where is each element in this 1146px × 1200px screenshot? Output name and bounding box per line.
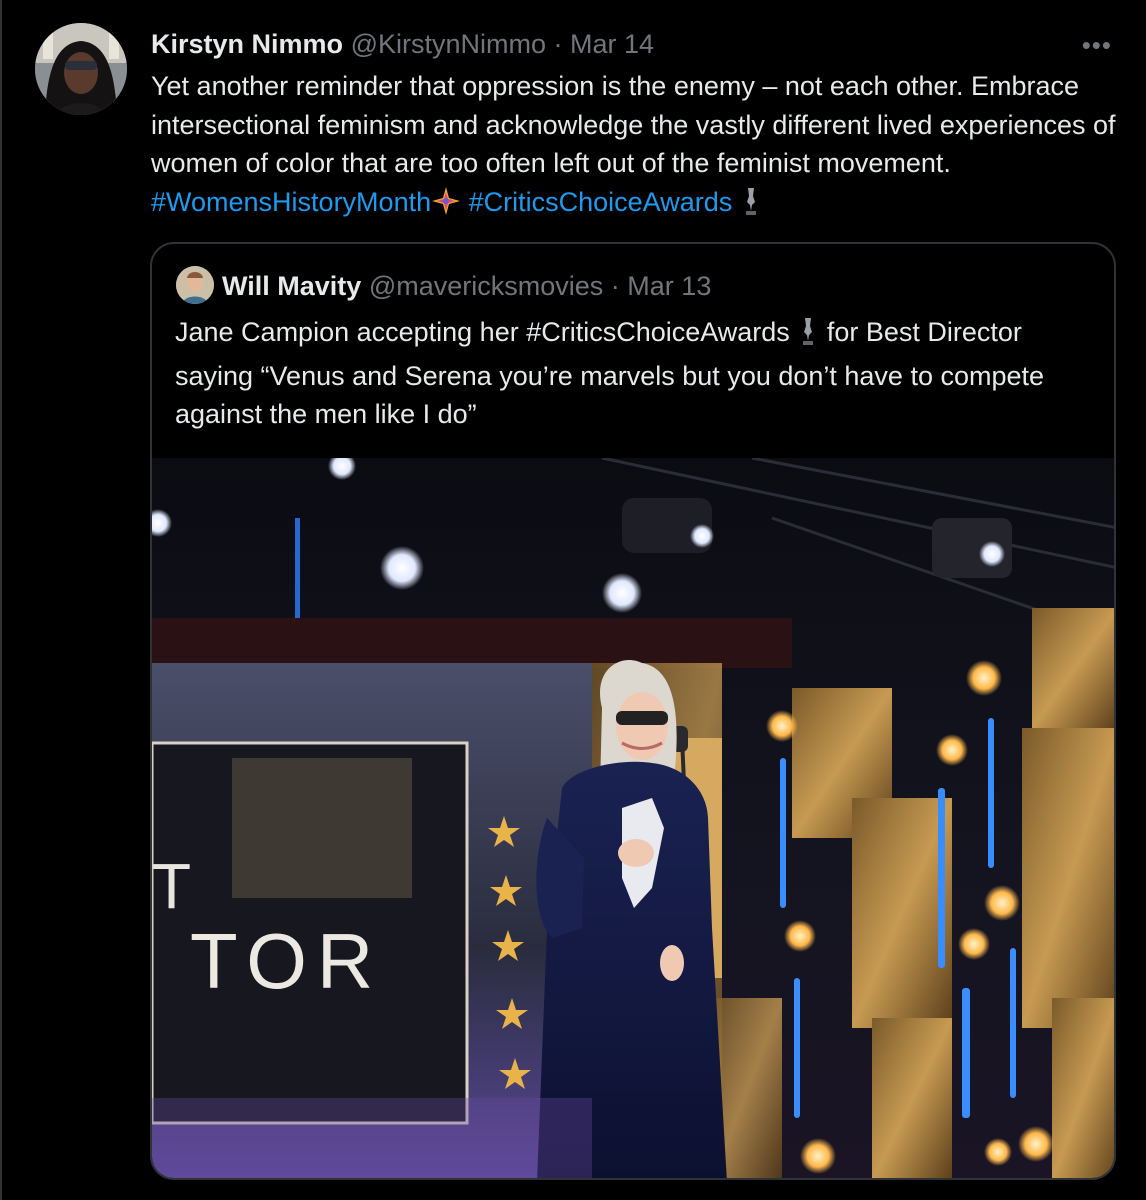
tweet[interactable]: Kirstyn Nimmo @KirstynNimmo · Mar 14 •••…: [2, 0, 1146, 1200]
separator-dot: ·: [610, 271, 620, 301]
author-handle[interactable]: @KirstynNimmo: [351, 29, 546, 59]
quoted-tweet-photo[interactable]: T TOR: [152, 458, 1114, 1178]
quoted-tweet-text: Jane Campion accepting her #CriticsChoic…: [175, 313, 1100, 434]
quoted-author-name[interactable]: Will Mavity: [222, 271, 361, 301]
tweet-text: Yet another reminder that oppression is …: [151, 67, 1126, 226]
hashtag-womens-history-month[interactable]: #WomensHistoryMonth: [151, 187, 431, 217]
quoted-text-part1: Jane Campion accepting her: [175, 317, 527, 347]
sparkle-star-icon: [431, 186, 461, 227]
author-avatar[interactable]: [35, 23, 127, 115]
quoted-author-avatar[interactable]: [176, 266, 214, 304]
trophy-icon: [797, 316, 819, 357]
quoted-author-handle[interactable]: @mavericksmovies: [369, 271, 603, 301]
tweet-date[interactable]: Mar 14: [570, 29, 654, 59]
quoted-tweet-header: Will Mavity @mavericksmovies · Mar 13: [222, 270, 711, 302]
author-name[interactable]: Kirstyn Nimmo: [151, 29, 343, 59]
more-options-icon[interactable]: •••: [1082, 30, 1112, 61]
screen-text: TOR: [190, 917, 383, 1005]
trophy-icon: [740, 186, 762, 227]
hashtag-critics-choice-awards[interactable]: #CriticsChoiceAwards: [469, 187, 733, 217]
screen-text-left: T: [152, 850, 191, 922]
tweet-header: Kirstyn Nimmo @KirstynNimmo · Mar 14: [151, 28, 654, 60]
quoted-tweet-date[interactable]: Mar 13: [627, 271, 711, 301]
tweet-text-body: Yet another reminder that oppression is …: [151, 71, 1116, 178]
separator-dot: ·: [553, 29, 563, 59]
quoted-tweet[interactable]: Will Mavity @mavericksmovies · Mar 13 Ja…: [150, 242, 1116, 1180]
quoted-hashtag: #CriticsChoiceAwards: [526, 317, 790, 347]
